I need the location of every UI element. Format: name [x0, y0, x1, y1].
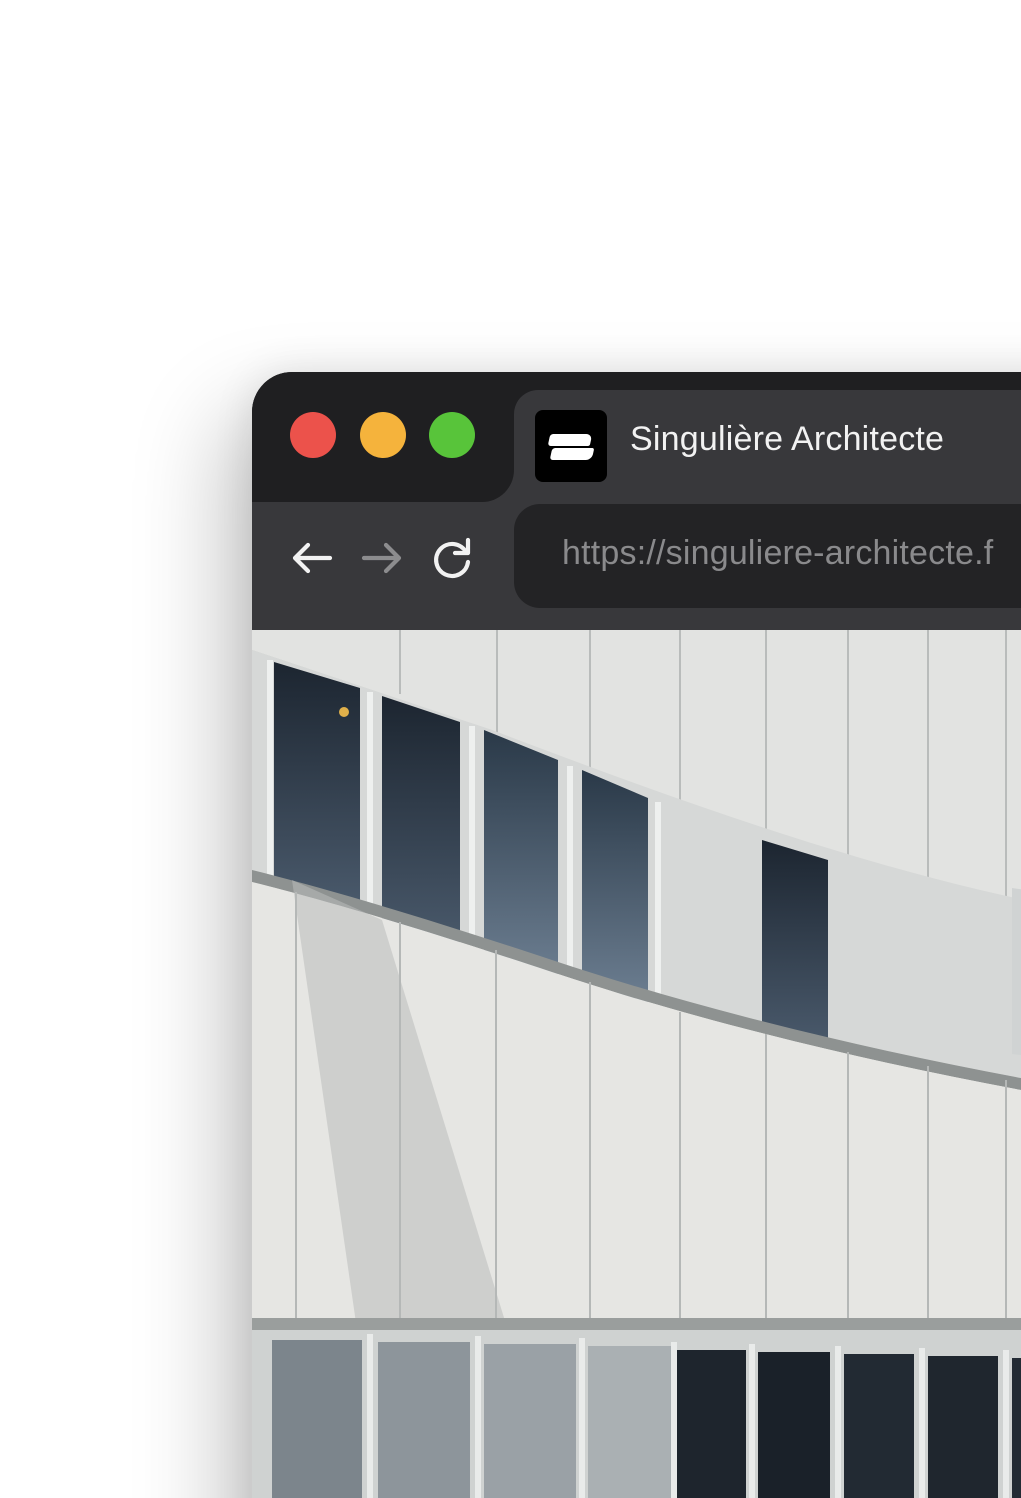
reload-button[interactable] [428, 534, 476, 582]
title-bar: Singulière Architecte [252, 372, 1021, 502]
reload-icon [434, 537, 471, 579]
page-background: Singulière Architecte https://singuliere… [0, 0, 1021, 1498]
tab-title: Singulière Architecte [630, 420, 945, 458]
building-facade-photo [252, 630, 1021, 1498]
browser-toolbar: https://singuliere-architecte.f [252, 502, 1021, 630]
arrow-right-icon [361, 542, 402, 574]
browser-window: Singulière Architecte https://singuliere… [252, 372, 1021, 1498]
singuliere-logo-icon [535, 410, 607, 482]
forward-button[interactable] [358, 534, 406, 582]
back-button[interactable] [288, 534, 336, 582]
maximize-button[interactable] [429, 412, 475, 458]
arrow-left-icon [292, 542, 333, 574]
browser-tab[interactable]: Singulière Architecte [514, 390, 1021, 502]
tab-curve [482, 470, 514, 502]
url-text: https://singuliere-architecte.f [562, 534, 994, 572]
minimize-button[interactable] [360, 412, 406, 458]
address-bar[interactable]: https://singuliere-architecte.f [514, 504, 1021, 608]
close-button[interactable] [290, 412, 336, 458]
page-content [252, 630, 1021, 1498]
